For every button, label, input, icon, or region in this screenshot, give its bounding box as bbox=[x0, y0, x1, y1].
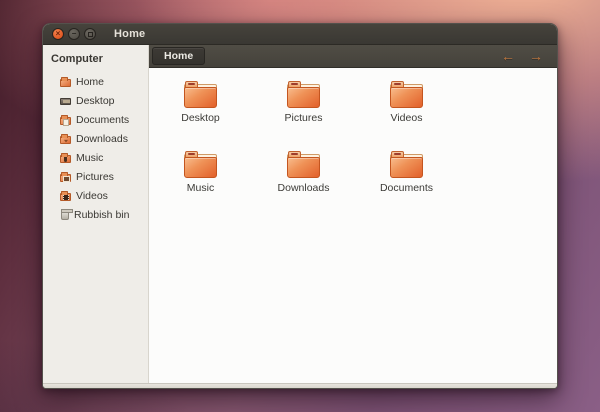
folder-icon bbox=[390, 81, 423, 108]
music-folder-icon bbox=[60, 155, 71, 163]
folder-item-videos[interactable]: Videos bbox=[355, 79, 458, 149]
forward-icon[interactable]: → bbox=[525, 49, 547, 63]
folder-tab-stripe bbox=[394, 153, 401, 155]
sidebar-item-videos[interactable]: Videos bbox=[43, 186, 148, 205]
folder-label: Pictures bbox=[285, 112, 323, 124]
folder-tab-stripe bbox=[394, 83, 401, 85]
documents-folder-icon bbox=[60, 117, 71, 125]
folder-item-desktop[interactable]: Desktop bbox=[149, 79, 252, 149]
folder-body bbox=[184, 157, 217, 178]
folder-icon bbox=[287, 81, 320, 108]
folder-body bbox=[287, 157, 320, 178]
sidebar-item-rubbish-bin[interactable]: Rubbish bin bbox=[43, 205, 148, 224]
sidebar-item-label: Desktop bbox=[76, 95, 115, 107]
places-sidebar: Computer Home Desktop Documents Download… bbox=[43, 45, 149, 383]
downloads-folder-icon bbox=[60, 136, 71, 144]
sidebar-item-pictures[interactable]: Pictures bbox=[43, 167, 148, 186]
sidebar-item-label: Pictures bbox=[76, 171, 114, 183]
breadcrumb-home-button[interactable]: Home bbox=[152, 47, 205, 66]
sidebar-item-documents[interactable]: Documents bbox=[43, 110, 148, 129]
folder-view[interactable]: Desktop Pictures bbox=[149, 68, 557, 383]
sidebar-header: Computer bbox=[43, 51, 148, 72]
folder-icon bbox=[390, 151, 423, 178]
folder-label: Documents bbox=[380, 182, 433, 194]
sidebar-item-label: Home bbox=[76, 76, 104, 88]
window-title: Home bbox=[114, 28, 145, 40]
folder-item-music[interactable]: Music bbox=[149, 149, 252, 219]
main-pane: Home ← → Desktop bbox=[149, 45, 557, 383]
sidebar-item-downloads[interactable]: Downloads bbox=[43, 129, 148, 148]
folder-icon bbox=[287, 151, 320, 178]
videos-folder-icon bbox=[60, 193, 71, 201]
toolbar: Home ← → bbox=[149, 45, 557, 68]
folder-item-pictures[interactable]: Pictures bbox=[252, 79, 355, 149]
desktop-icon bbox=[60, 98, 71, 105]
sidebar-item-label: Videos bbox=[76, 190, 108, 202]
folder-label: Downloads bbox=[278, 182, 330, 194]
sidebar-item-label: Downloads bbox=[76, 133, 128, 145]
sidebar-item-label: Music bbox=[76, 152, 103, 164]
sidebar-item-home[interactable]: Home bbox=[43, 72, 148, 91]
home-folder-icon bbox=[60, 79, 71, 87]
rubbish-bin-icon bbox=[61, 210, 69, 220]
folder-tab-stripe bbox=[188, 153, 195, 155]
folder-label: Videos bbox=[391, 112, 423, 124]
file-manager-window: × − Home Computer Home Desktop Documents bbox=[42, 23, 558, 389]
folder-body bbox=[184, 87, 217, 108]
folder-tab-stripe bbox=[291, 153, 298, 155]
folder-label: Desktop bbox=[181, 112, 220, 124]
close-icon: × bbox=[56, 30, 61, 38]
sidebar-item-label: Documents bbox=[76, 114, 129, 126]
close-button[interactable]: × bbox=[52, 28, 64, 40]
minimize-icon: − bbox=[72, 30, 77, 38]
window-bottom-edge[interactable] bbox=[43, 383, 557, 388]
folder-body bbox=[390, 87, 423, 108]
folder-body bbox=[390, 157, 423, 178]
folder-item-documents[interactable]: Documents bbox=[355, 149, 458, 219]
maximize-button[interactable] bbox=[84, 28, 96, 40]
folder-icon bbox=[184, 81, 217, 108]
minimize-button[interactable]: − bbox=[68, 28, 80, 40]
folder-label: Music bbox=[187, 182, 214, 194]
pictures-folder-icon bbox=[60, 174, 71, 182]
folder-tab-stripe bbox=[188, 83, 195, 85]
back-icon[interactable]: ← bbox=[497, 49, 519, 63]
sidebar-item-desktop[interactable]: Desktop bbox=[43, 91, 148, 110]
folder-body bbox=[287, 87, 320, 108]
maximize-icon bbox=[88, 32, 93, 37]
sidebar-item-music[interactable]: Music bbox=[43, 148, 148, 167]
folder-tab-stripe bbox=[291, 83, 298, 85]
window-body: Computer Home Desktop Documents Download… bbox=[43, 45, 557, 383]
sidebar-item-label: Rubbish bin bbox=[74, 209, 129, 221]
folder-item-downloads[interactable]: Downloads bbox=[252, 149, 355, 219]
folder-icon bbox=[184, 151, 217, 178]
folder-grid: Desktop Pictures bbox=[149, 79, 557, 219]
titlebar[interactable]: × − Home bbox=[43, 24, 557, 45]
